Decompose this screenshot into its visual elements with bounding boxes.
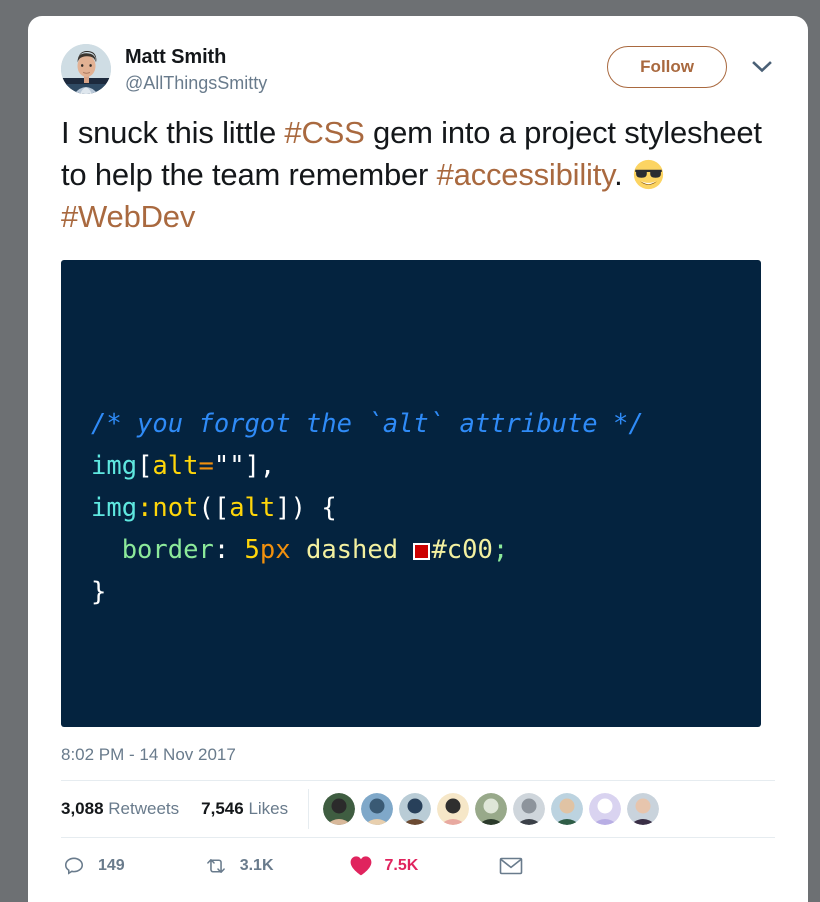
liker-avatar-3[interactable]: [399, 793, 431, 825]
code-token: /* you forgot the `alt` attribute */: [91, 409, 644, 439]
liker-avatar-1[interactable]: [323, 793, 355, 825]
likes-label: Likes: [248, 799, 289, 818]
code-token: img: [91, 493, 138, 523]
liker-avatar-2[interactable]: [361, 793, 393, 825]
liker-avatar-7[interactable]: [551, 793, 583, 825]
envelope-icon: [498, 853, 524, 879]
reply-action[interactable]: 149: [61, 853, 125, 879]
smiling-face-with-sunglasses-emoji: [633, 159, 664, 190]
retweet-action[interactable]: 3.1K: [203, 853, 274, 879]
code-token: (: [198, 493, 214, 523]
code-line-2: img[alt=""],: [91, 445, 644, 487]
code-line-3: img:not([alt]) {: [91, 487, 644, 529]
liker-avatar-6[interactable]: [513, 793, 545, 825]
hashtag-link[interactable]: #WebDev: [61, 199, 195, 234]
code-token: dashed: [290, 535, 414, 565]
code-token: px: [259, 535, 291, 565]
code-token: }: [91, 577, 107, 607]
tweet-card: Matt Smith @AllThingsSmitty Follow I snu…: [28, 16, 808, 902]
liker-avatar-5[interactable]: [475, 793, 507, 825]
code-token: ]: [244, 451, 260, 481]
heart-icon: [348, 853, 374, 879]
message-action[interactable]: [498, 853, 524, 879]
avatar[interactable]: [61, 44, 111, 94]
code-line-4: border: 5px dashed #c00;: [91, 529, 644, 571]
tweet-text-segment: .: [614, 157, 631, 192]
color-swatch-icon: [413, 543, 431, 560]
author-display-name[interactable]: Matt Smith: [125, 45, 607, 69]
stats-row: 3,088 Retweets 7,546 Likes: [61, 781, 775, 837]
like-count: 7.5K: [384, 857, 419, 874]
code-token: border: [91, 535, 214, 565]
hashtag-link[interactable]: #CSS: [284, 115, 364, 150]
stats-counts: 3,088 Retweets 7,546 Likes: [61, 799, 308, 819]
retweets-stat[interactable]: 3,088 Retweets: [61, 799, 179, 819]
retweet-count: 3.1K: [239, 857, 274, 874]
follow-button[interactable]: Follow: [607, 46, 727, 88]
code-screenshot-image[interactable]: /* you forgot the `alt` attribute */img[…: [61, 260, 761, 727]
code-token: {: [305, 493, 337, 523]
chevron-down-icon: [752, 61, 772, 73]
code-token: ;: [492, 535, 509, 565]
code-token: [: [137, 451, 153, 481]
like-action[interactable]: 7.5K: [348, 853, 419, 879]
code-token: 5: [244, 535, 260, 565]
liker-avatar-8[interactable]: [589, 793, 621, 825]
tweet-text: I snuck this little #CSS gem into a proj…: [61, 112, 775, 238]
more-menu-button[interactable]: [749, 54, 775, 80]
code-token: alt: [229, 493, 276, 523]
code-token: #c00: [431, 535, 493, 565]
author-handle[interactable]: @AllThingsSmitty: [125, 71, 607, 95]
code-token: "": [213, 451, 245, 481]
liker-avatar-9[interactable]: [627, 793, 659, 825]
retweets-label: Retweets: [108, 799, 180, 818]
code-token: ]: [275, 493, 291, 523]
author-name-block: Matt Smith @AllThingsSmitty: [125, 44, 607, 95]
code-token: [: [213, 493, 230, 523]
likes-count: 7,546: [201, 799, 244, 818]
tweet-text-segment: I snuck this little: [61, 115, 285, 150]
code-line-5: }: [91, 571, 644, 613]
code-token: ): [290, 493, 306, 523]
liker-avatars: [323, 793, 659, 825]
retweets-count: 3,088: [61, 799, 104, 818]
code-token: :not: [137, 493, 199, 523]
likes-stat[interactable]: 7,546 Likes: [201, 799, 288, 819]
liker-avatar-4[interactable]: [437, 793, 469, 825]
reply-icon: [61, 853, 87, 879]
page-background: Matt Smith @AllThingsSmitty Follow I snu…: [0, 0, 820, 902]
retweet-icon: [203, 853, 229, 879]
header-actions: Follow: [607, 44, 775, 88]
code-token: alt: [152, 451, 199, 481]
code-content: /* you forgot the `alt` attribute */img[…: [91, 403, 644, 613]
reply-count: 149: [98, 857, 125, 874]
hashtag-link[interactable]: #accessibility: [437, 157, 615, 192]
action-bar: 149 3.1K 7.5K: [61, 838, 775, 894]
tweet-header: Matt Smith @AllThingsSmitty Follow: [61, 16, 775, 95]
stats-vertical-divider: [308, 789, 309, 829]
tweet-timestamp[interactable]: 8:02 PM - 14 Nov 2017: [61, 744, 775, 780]
user-avatar-photo: [61, 44, 111, 94]
code-token: ,: [259, 451, 276, 481]
code-line-1: /* you forgot the `alt` attribute */: [91, 403, 644, 445]
code-token: img: [91, 451, 138, 481]
code-token: =: [198, 451, 214, 481]
code-token: :: [213, 535, 245, 565]
